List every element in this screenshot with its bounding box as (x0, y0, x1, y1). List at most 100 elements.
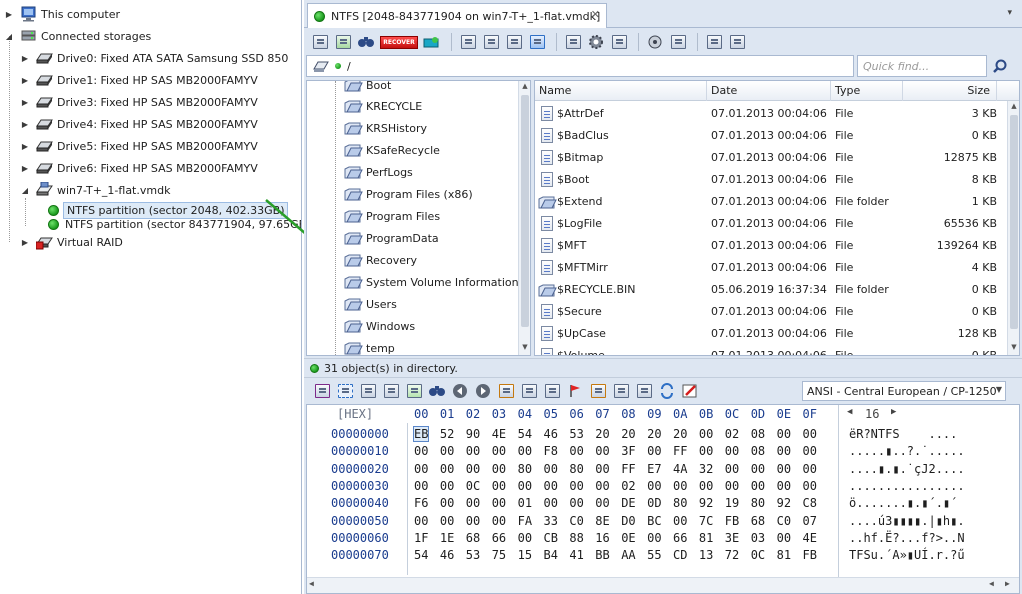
copy-icon[interactable] (358, 381, 378, 401)
bookmark-icon[interactable] (565, 381, 585, 401)
hex-byte[interactable]: 0D (647, 496, 661, 510)
tree-item-drive0[interactable]: ▶ Drive0: Fixed ATA SATA Samsung SSD 850 (20, 47, 288, 69)
hex-byte[interactable]: EB (412, 426, 430, 442)
hex-byte[interactable]: 92 (699, 496, 713, 510)
find-icon[interactable] (427, 381, 447, 401)
scroll-down-icon[interactable]: ▼ (519, 343, 530, 351)
gear-icon[interactable] (586, 32, 606, 52)
tree-item-drive3[interactable]: ▶ Drive3: Fixed HP SAS MB2000FAMYV (20, 91, 258, 113)
hex-byte[interactable]: 00 (751, 479, 765, 493)
hex-byte[interactable]: 00 (777, 462, 791, 476)
hex-byte[interactable]: 00 (440, 462, 454, 476)
hex-byte[interactable]: 00 (466, 514, 480, 528)
hex-byte[interactable]: 55 (647, 548, 661, 562)
hex-byte[interactable]: 00 (725, 462, 739, 476)
hex-byte[interactable]: 00 (777, 427, 791, 441)
hex-byte[interactable]: 00 (595, 462, 609, 476)
hex-byte[interactable]: 00 (673, 479, 687, 493)
expand-icon[interactable]: ▶ (4, 10, 14, 19)
hex-byte[interactable]: F8 (544, 444, 558, 458)
hex-byte[interactable]: 00 (466, 496, 480, 510)
tree-item-this-computer[interactable]: ▶ This computer (4, 3, 120, 25)
folder-item-recovery[interactable]: Recovery (307, 249, 417, 271)
select-icon[interactable] (481, 32, 501, 52)
scroll-left-icon[interactable]: ◀ (309, 579, 314, 588)
hex-byte[interactable]: 00 (440, 444, 454, 458)
hex-byte[interactable]: 00 (414, 444, 428, 458)
expand-icon[interactable]: ▶ (20, 142, 30, 151)
collapse-icon[interactable]: ◢ (4, 32, 14, 41)
hex-byte[interactable]: 53 (466, 548, 480, 562)
hex-byte[interactable]: 00 (492, 444, 506, 458)
hex-byte[interactable]: BC (647, 514, 661, 528)
hex-byte[interactable]: 00 (440, 479, 454, 493)
file-list-scrollbar[interactable]: ▲ ▼ (1007, 101, 1019, 355)
folder-item[interactable]: Boot (307, 81, 391, 96)
hex-byte[interactable]: CB (544, 531, 558, 545)
hex-byte[interactable]: 08 (751, 444, 765, 458)
hex-byte[interactable]: 4E (803, 531, 817, 545)
hex-byte[interactable]: 00 (492, 514, 506, 528)
hex-byte[interactable]: 72 (725, 548, 739, 562)
hex-byte[interactable]: 00 (492, 479, 506, 493)
hex-byte[interactable]: 00 (544, 479, 558, 493)
hex-byte[interactable]: 00 (595, 479, 609, 493)
tree-item-drive6[interactable]: ▶ Drive6: Fixed HP SAS MB2000FAMYV (20, 157, 258, 179)
hex-byte[interactable]: 00 (751, 462, 765, 476)
hex-byte[interactable]: 00 (518, 444, 532, 458)
hex-byte[interactable]: 07 (803, 514, 817, 528)
recover-to-icon[interactable] (422, 32, 442, 52)
folder-item[interactable]: ProgramData (307, 227, 439, 249)
column-header-type[interactable]: Type (831, 81, 903, 101)
file-row[interactable]: $Boot 07.01.2013 00:04:06 File 8 KB (535, 169, 1005, 191)
ascii-row[interactable]: ..hf.Ë?...f?>..N (849, 531, 965, 545)
hex-byte[interactable]: 1E (440, 531, 454, 545)
back-icon[interactable] (450, 381, 470, 401)
hex-byte[interactable]: 13 (699, 548, 713, 562)
hex-byte[interactable]: 00 (440, 496, 454, 510)
prev-block-icon[interactable] (611, 381, 631, 401)
expand-icon[interactable]: ▶ (20, 238, 30, 247)
hex-byte[interactable]: 00 (647, 531, 661, 545)
hex-byte[interactable]: 00 (725, 444, 739, 458)
expand-icon[interactable]: ▶ (20, 98, 30, 107)
column-header-date[interactable]: Date (707, 81, 831, 101)
next-block-icon[interactable] (634, 381, 654, 401)
hex-byte[interactable]: 52 (440, 427, 454, 441)
hex-byte[interactable]: 00 (466, 444, 480, 458)
scroll-left-icon[interactable]: ◀ (989, 579, 994, 588)
hex-byte[interactable]: 20 (621, 427, 635, 441)
hex-byte[interactable]: 80 (518, 462, 532, 476)
hex-byte[interactable]: 3E (725, 531, 739, 545)
hex-byte[interactable]: 16 (595, 531, 609, 545)
folder-item[interactable]: Windows (307, 315, 415, 337)
hex-byte[interactable]: 20 (673, 427, 687, 441)
tab-menu-icon[interactable]: ▾ (1007, 8, 1012, 18)
folder-item[interactable]: temp (307, 337, 395, 355)
hex-byte[interactable]: 33 (544, 514, 558, 528)
hex-byte[interactable]: 03 (751, 531, 765, 545)
forward-icon[interactable] (473, 381, 493, 401)
hex-byte[interactable]: C0 (569, 514, 583, 528)
folder-item[interactable]: System Volume Information (307, 271, 519, 293)
hex-byte[interactable]: 00 (569, 479, 583, 493)
hex-byte[interactable]: 8E (595, 514, 609, 528)
hex-byte[interactable]: FA (518, 514, 532, 528)
hex-byte[interactable]: 41 (569, 548, 583, 562)
list-icon[interactable] (668, 32, 688, 52)
hex-byte[interactable]: 00 (777, 444, 791, 458)
edit-icon[interactable] (680, 381, 700, 401)
hex-byte[interactable]: 68 (466, 531, 480, 545)
hex-byte[interactable]: 00 (803, 479, 817, 493)
scroll-right-icon[interactable]: ▶ (1005, 579, 1010, 588)
hex-byte[interactable]: FB (725, 514, 739, 528)
hex-byte[interactable]: C8 (803, 496, 817, 510)
goto-icon[interactable] (496, 381, 516, 401)
hex-byte[interactable]: 00 (569, 496, 583, 510)
hex-byte[interactable]: 54 (518, 427, 532, 441)
hex-byte[interactable]: 54 (414, 548, 428, 562)
hex-byte[interactable]: 00 (595, 444, 609, 458)
tree-item-drive4[interactable]: ▶ Drive4: Fixed HP SAS MB2000FAMYV (20, 113, 258, 135)
tree-item-vmdk[interactable]: ◢ win7-T+_1-flat.vmdk (20, 179, 170, 201)
hex-viewer[interactable]: [HEX] 00 01 02 03 04 05 06 07 08 09 0A 0B 0C 0D 0E 0F ◀… (306, 404, 1020, 594)
